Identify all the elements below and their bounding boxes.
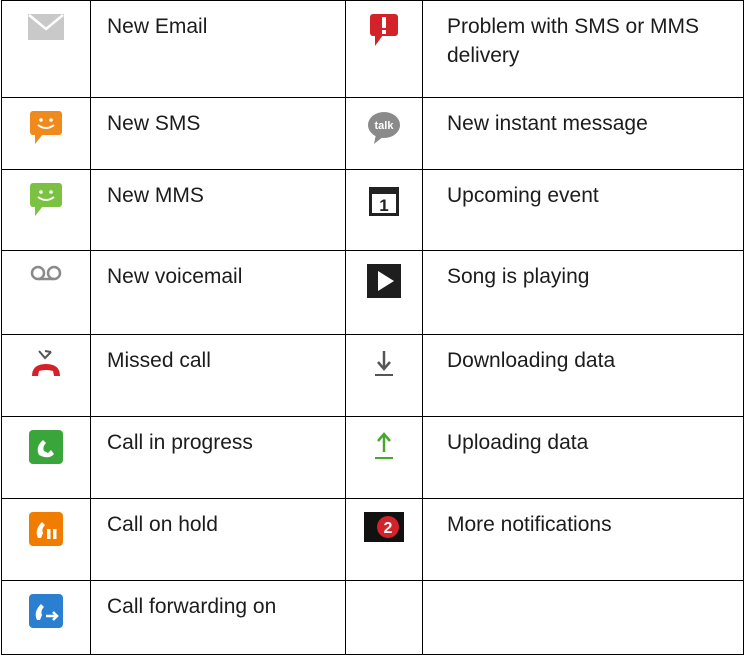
notification-label: New Email xyxy=(90,0,346,98)
notification-label: Call in progress xyxy=(90,416,346,499)
play-icon xyxy=(367,264,401,303)
mms-icon xyxy=(29,183,63,222)
table-row: Call in progress Uploading data xyxy=(1,416,744,499)
email-icon xyxy=(28,14,64,45)
table-row: New MMS 1 Upcoming event xyxy=(1,169,744,251)
notification-label: New SMS xyxy=(90,97,346,170)
call-in-progress-icon xyxy=(29,430,63,469)
icon-cell: talk xyxy=(345,97,423,170)
icon-cell xyxy=(345,416,423,499)
icon-cell xyxy=(1,97,91,170)
icon-cell: 1 xyxy=(345,169,423,251)
icon-cell xyxy=(1,498,91,581)
badge-count: 2 xyxy=(384,520,393,537)
icon-cell xyxy=(1,169,91,251)
talk-icon: talk xyxy=(367,111,401,150)
table-row: New Email Problem with SMS or MMS delive… xyxy=(1,0,744,98)
sms-error-icon xyxy=(367,14,401,53)
call-forwarding-icon xyxy=(29,594,63,633)
table-row: New voicemail Song is playing xyxy=(1,250,744,335)
sms-icon xyxy=(29,111,63,150)
notification-label: New MMS xyxy=(90,169,346,251)
notification-label: Problem with SMS or MMS delivery xyxy=(422,0,744,98)
download-icon xyxy=(372,348,396,385)
icon-cell xyxy=(1,416,91,499)
more-notifications-icon: 2 xyxy=(364,512,404,547)
notification-label: Upcoming event xyxy=(422,169,744,251)
icon-cell xyxy=(345,0,423,98)
upload-icon xyxy=(372,430,396,467)
icon-cell xyxy=(345,334,423,417)
voicemail-icon xyxy=(29,264,63,289)
notification-label: Song is playing xyxy=(422,250,744,335)
missed-call-icon xyxy=(29,348,63,387)
notification-label: Downloading data xyxy=(422,334,744,417)
notification-label: Uploading data xyxy=(422,416,744,499)
svg-text:talk: talk xyxy=(375,120,395,132)
table-row: Call on hold 2 More notifications xyxy=(1,498,744,581)
icon-cell xyxy=(345,250,423,335)
table-row: New SMS talk New instant message xyxy=(1,97,744,170)
svg-text:1: 1 xyxy=(379,196,388,215)
table-row: Missed call Downloading data xyxy=(1,334,744,417)
icon-cell xyxy=(1,0,91,98)
notification-label: New voicemail xyxy=(90,250,346,335)
notification-icons-table: New Email Problem with SMS or MMS delive… xyxy=(1,0,744,655)
icon-cell xyxy=(1,250,91,335)
calendar-icon: 1 xyxy=(368,183,400,222)
notification-label: Missed call xyxy=(90,334,346,417)
call-on-hold-icon xyxy=(29,512,63,551)
icon-cell: 2 xyxy=(345,498,423,581)
notification-label: New instant message xyxy=(422,97,744,170)
notification-label: Call on hold xyxy=(90,498,346,581)
icon-cell xyxy=(1,334,91,417)
notification-label: More notifications xyxy=(422,498,744,581)
